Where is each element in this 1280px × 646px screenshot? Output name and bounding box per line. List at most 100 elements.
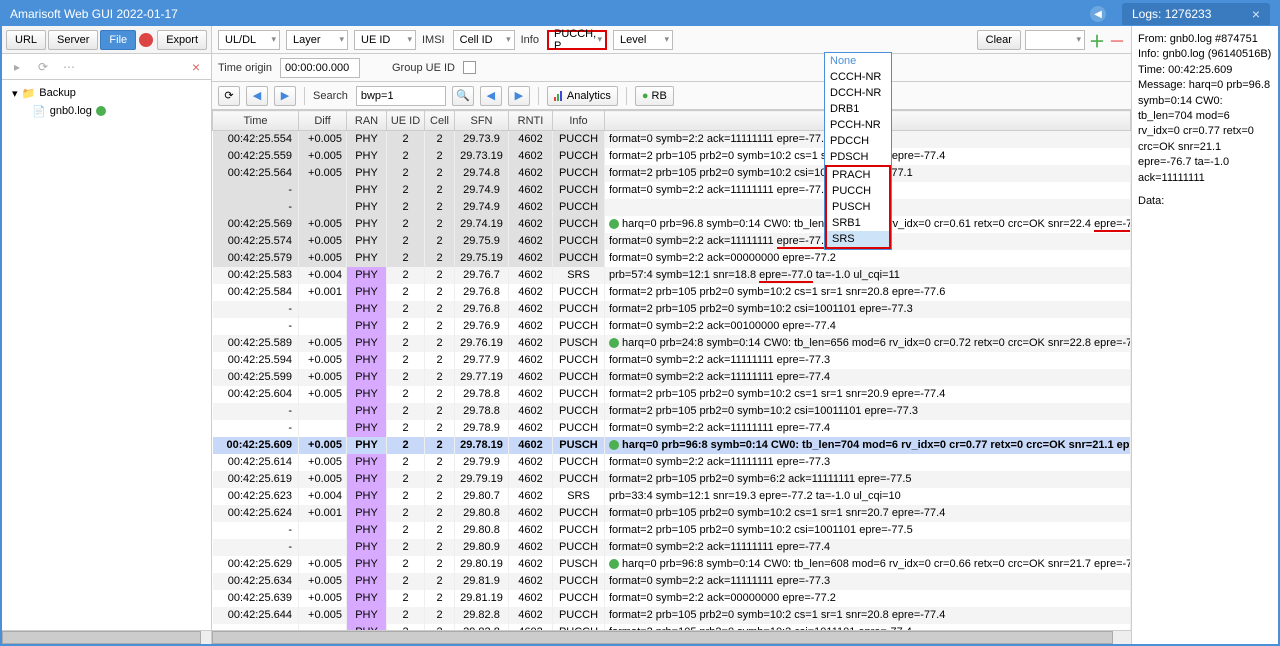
url-button[interactable]: URL bbox=[6, 30, 46, 50]
table-row[interactable]: 00:42:25.594+0.005PHY2229.77.94602PUCCHf… bbox=[213, 352, 1131, 369]
table-row[interactable]: -PHY2229.82.84602PUCCHformat=2 prb=105 p… bbox=[213, 624, 1131, 631]
table-row[interactable]: 00:42:25.583+0.004PHY2229.76.74602SRSprb… bbox=[213, 267, 1131, 284]
info-combo[interactable]: PUCCH, P bbox=[547, 30, 607, 50]
col-cell[interactable]: Cell bbox=[425, 111, 455, 131]
collapse-sidebar-icon[interactable]: ◀ bbox=[1090, 6, 1106, 22]
table-row[interactable]: -PHY2229.76.84602PUCCHformat=2 prb=105 p… bbox=[213, 301, 1131, 318]
dropdown-item[interactable]: SRB1 bbox=[827, 215, 889, 231]
dropdown-item[interactable]: PUSCH bbox=[827, 199, 889, 215]
dropdown-item[interactable]: SRS bbox=[827, 231, 889, 247]
sidebar-scrollbar[interactable] bbox=[2, 630, 211, 644]
table-row[interactable]: 00:42:25.599+0.005PHY2229.77.194602PUCCH… bbox=[213, 369, 1131, 386]
center-scrollbar[interactable] bbox=[212, 630, 1131, 644]
table-row[interactable]: 00:42:25.569+0.005PHY2229.74.194602PUCCH… bbox=[213, 216, 1131, 233]
table-row[interactable]: -PHY2229.78.84602PUCCHformat=2 prb=105 p… bbox=[213, 403, 1131, 420]
table-row[interactable]: 00:42:25.574+0.005PHY2229.75.94602PUCCHf… bbox=[213, 233, 1131, 250]
col-time[interactable]: Time bbox=[213, 111, 299, 131]
col-diff[interactable]: Diff bbox=[299, 111, 347, 131]
alert-icon[interactable] bbox=[138, 31, 153, 49]
uldl-combo[interactable]: UL/DL bbox=[218, 30, 280, 50]
col-ue-id[interactable]: UE ID bbox=[387, 111, 425, 131]
tab-logs[interactable]: Logs: 1276233 × bbox=[1122, 3, 1270, 25]
folder-icon bbox=[22, 87, 36, 100]
dropdown-item[interactable]: PUCCH bbox=[827, 183, 889, 199]
table-row[interactable]: 00:42:25.644+0.005PHY2229.82.84602PUCCHf… bbox=[213, 607, 1131, 624]
cellid-combo[interactable]: Cell ID bbox=[453, 30, 515, 50]
plus-icon[interactable]: ＋ bbox=[1089, 28, 1105, 52]
time-origin-input[interactable] bbox=[280, 58, 360, 78]
tree-expand-icon[interactable]: ▸ bbox=[8, 58, 26, 76]
info-dropdown[interactable]: NoneCCCH-NRDCCH-NRDRB1PCCH-NRPDCCHPDSCH P… bbox=[824, 52, 892, 250]
table-row[interactable]: -PHY2229.80.94602PUCCHformat=0 symb=2:2 … bbox=[213, 539, 1131, 556]
detail-message: Message: harq=0 prb=96.8 symb=0:14 CW0: … bbox=[1138, 78, 1272, 186]
table-row[interactable]: -PHY2229.78.94602PUCCHformat=0 symb=2:2 … bbox=[213, 420, 1131, 437]
col-info[interactable]: Info bbox=[553, 111, 605, 131]
dropdown-item[interactable]: None bbox=[825, 53, 891, 69]
filter-bar-2: Time origin Group UE ID bbox=[212, 54, 1131, 82]
table-row[interactable]: -PHY2229.74.94602PUCCH bbox=[213, 199, 1131, 216]
table-row[interactable]: 00:42:25.639+0.005PHY2229.81.194602PUCCH… bbox=[213, 590, 1131, 607]
dropdown-item[interactable]: DRB1 bbox=[825, 101, 891, 117]
table-row[interactable]: 00:42:25.564+0.005PHY2229.74.84602PUCCHf… bbox=[213, 165, 1131, 182]
server-button[interactable]: Server bbox=[48, 30, 98, 50]
clear-button[interactable]: Clear bbox=[977, 30, 1021, 50]
next-icon[interactable]: ▶ bbox=[274, 86, 296, 106]
table-row[interactable]: -PHY2229.76.94602PUCCHformat=0 symb=2:2 … bbox=[213, 318, 1131, 335]
dropdown-item[interactable]: PCCH-NR bbox=[825, 117, 891, 133]
dropdown-item[interactable]: PRACH bbox=[827, 167, 889, 183]
file-button[interactable]: File bbox=[100, 30, 136, 50]
minus-icon[interactable]: － bbox=[1109, 28, 1125, 52]
table-row[interactable]: 00:42:25.584+0.001PHY2229.76.84602PUCCHf… bbox=[213, 284, 1131, 301]
table-row[interactable]: 00:42:25.554+0.005PHY2229.73.94602PUCCHf… bbox=[213, 131, 1131, 148]
log-panel: UL/DL Layer UE ID IMSI Cell ID Info PUCC… bbox=[212, 26, 1132, 644]
binoculars-icon[interactable]: 🔍 bbox=[452, 86, 474, 106]
col-rnti[interactable]: RNTI bbox=[509, 111, 553, 131]
refresh-icon[interactable]: ⟳ bbox=[218, 86, 240, 106]
dropdown-item[interactable]: PDSCH bbox=[825, 149, 891, 165]
log-table-wrap[interactable]: TimeDiffRANUE IDCellSFNRNTIInfoMessage 0… bbox=[212, 110, 1131, 630]
export-button[interactable]: Export bbox=[157, 30, 207, 50]
time-origin-label: Time origin bbox=[218, 62, 272, 74]
tab-logs-label: Logs: 1276233 bbox=[1132, 7, 1211, 21]
group-ueid-checkbox[interactable] bbox=[463, 61, 476, 74]
dropdown-item[interactable]: PDCCH bbox=[825, 133, 891, 149]
table-row[interactable]: -PHY2229.74.94602PUCCHformat=0 symb=2:2 … bbox=[213, 182, 1131, 199]
barchart-icon bbox=[554, 91, 564, 101]
table-row[interactable]: 00:42:25.604+0.005PHY2229.78.84602PUCCHf… bbox=[213, 386, 1131, 403]
search-input[interactable] bbox=[356, 86, 446, 106]
refresh-icon[interactable]: ⟳ bbox=[34, 58, 52, 76]
rb-button[interactable]: ●RB bbox=[635, 86, 674, 106]
table-row[interactable]: -PHY2229.80.84602PUCCHformat=2 prb=105 p… bbox=[213, 522, 1131, 539]
table-row[interactable]: 00:42:25.614+0.005PHY2229.79.94602PUCCHf… bbox=[213, 454, 1131, 471]
table-row[interactable]: 00:42:25.624+0.001PHY2229.80.84602PUCCHf… bbox=[213, 505, 1131, 522]
search-next-icon[interactable]: ▶ bbox=[508, 86, 530, 106]
check-icon bbox=[96, 106, 106, 116]
col-sfn[interactable]: SFN bbox=[455, 111, 509, 131]
table-row[interactable]: 00:42:25.634+0.005PHY2229.81.94602PUCCHf… bbox=[213, 573, 1131, 590]
dropdown-item[interactable]: CCCH-NR bbox=[825, 69, 891, 85]
table-row[interactable]: 00:42:25.619+0.005PHY2229.79.194602PUCCH… bbox=[213, 471, 1131, 488]
analytics-button[interactable]: Analytics bbox=[547, 86, 618, 106]
dropdown-item[interactable]: DCCH-NR bbox=[825, 85, 891, 101]
table-row[interactable]: 00:42:25.629+0.005PHY2229.80.194602PUSCH… bbox=[213, 556, 1131, 573]
table-row[interactable]: 00:42:25.623+0.004PHY2229.80.74602SRSprb… bbox=[213, 488, 1131, 505]
prev-icon[interactable]: ◀ bbox=[246, 86, 268, 106]
search-prev-icon[interactable]: ◀ bbox=[480, 86, 502, 106]
ellipsis-icon[interactable]: ⋯ bbox=[60, 58, 78, 76]
clear-combo[interactable] bbox=[1025, 30, 1085, 50]
layer-combo[interactable]: Layer bbox=[286, 30, 348, 50]
tree-item-backup[interactable]: ▾ Backup bbox=[8, 84, 205, 102]
table-row[interactable]: 00:42:25.579+0.005PHY2229.75.194602PUCCH… bbox=[213, 250, 1131, 267]
ueid-combo[interactable]: UE ID bbox=[354, 30, 416, 50]
col-ran[interactable]: RAN bbox=[347, 111, 387, 131]
level-combo[interactable]: Level bbox=[613, 30, 673, 50]
details-panel: From: gnb0.log #874751 Info: gnb0.log (9… bbox=[1132, 26, 1278, 644]
close-tab-icon[interactable]: × bbox=[1252, 6, 1260, 22]
close-icon[interactable]: × bbox=[187, 58, 205, 76]
status-ok-icon bbox=[609, 559, 619, 569]
table-row[interactable]: 00:42:25.559+0.005PHY2229.73.194602PUCCH… bbox=[213, 148, 1131, 165]
table-row[interactable]: 00:42:25.589+0.005PHY2229.76.194602PUSCH… bbox=[213, 335, 1131, 352]
tree-item-gnb0[interactable]: gnb0.log bbox=[8, 102, 205, 120]
table-row[interactable]: 00:42:25.609+0.005PHY2229.78.194602PUSCH… bbox=[213, 437, 1131, 454]
tree-toggle-icon[interactable]: ▾ bbox=[12, 87, 18, 100]
